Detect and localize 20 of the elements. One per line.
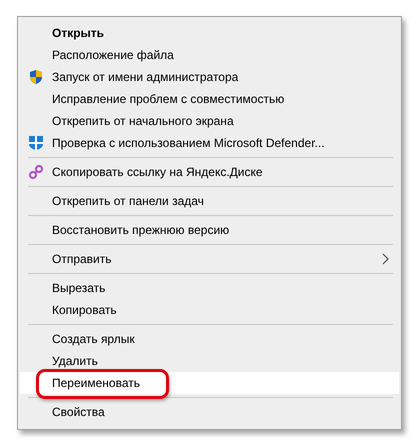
link-icon	[28, 164, 44, 180]
menu-item[interactable]: Восстановить прежнюю версию	[20, 219, 399, 241]
menu-item[interactable]: Проверка с использованием Microsoft Defender...	[20, 132, 399, 154]
chevron-right-icon	[382, 253, 389, 265]
menu-item[interactable]: Копировать	[20, 299, 399, 321]
menu-item[interactable]: Удалить	[20, 350, 399, 372]
menu-item[interactable]: Открепить от начального экрана	[20, 110, 399, 132]
menu-item[interactable]: Отправить	[20, 248, 399, 270]
menu-item[interactable]: Исправление проблем с совместимостью	[20, 88, 399, 110]
menu-item[interactable]: Переименовать	[20, 372, 399, 394]
menu-item[interactable]: Открепить от панели задач	[20, 190, 399, 212]
menu-item[interactable]: Расположение файла	[20, 44, 399, 66]
menu-item[interactable]: Вырезать	[20, 277, 399, 299]
menu-item[interactable]: Запуск от имени администратора	[20, 66, 399, 88]
menu-item[interactable]: Скопировать ссылку на Яндекс.Диске	[20, 161, 399, 183]
shield-icon	[28, 135, 44, 151]
menu-item[interactable]: Создать ярлык	[20, 328, 399, 350]
menu-item[interactable]: Открыть	[20, 22, 399, 44]
menu-item[interactable]: Свойства	[20, 401, 399, 423]
shield-icon	[28, 69, 44, 85]
